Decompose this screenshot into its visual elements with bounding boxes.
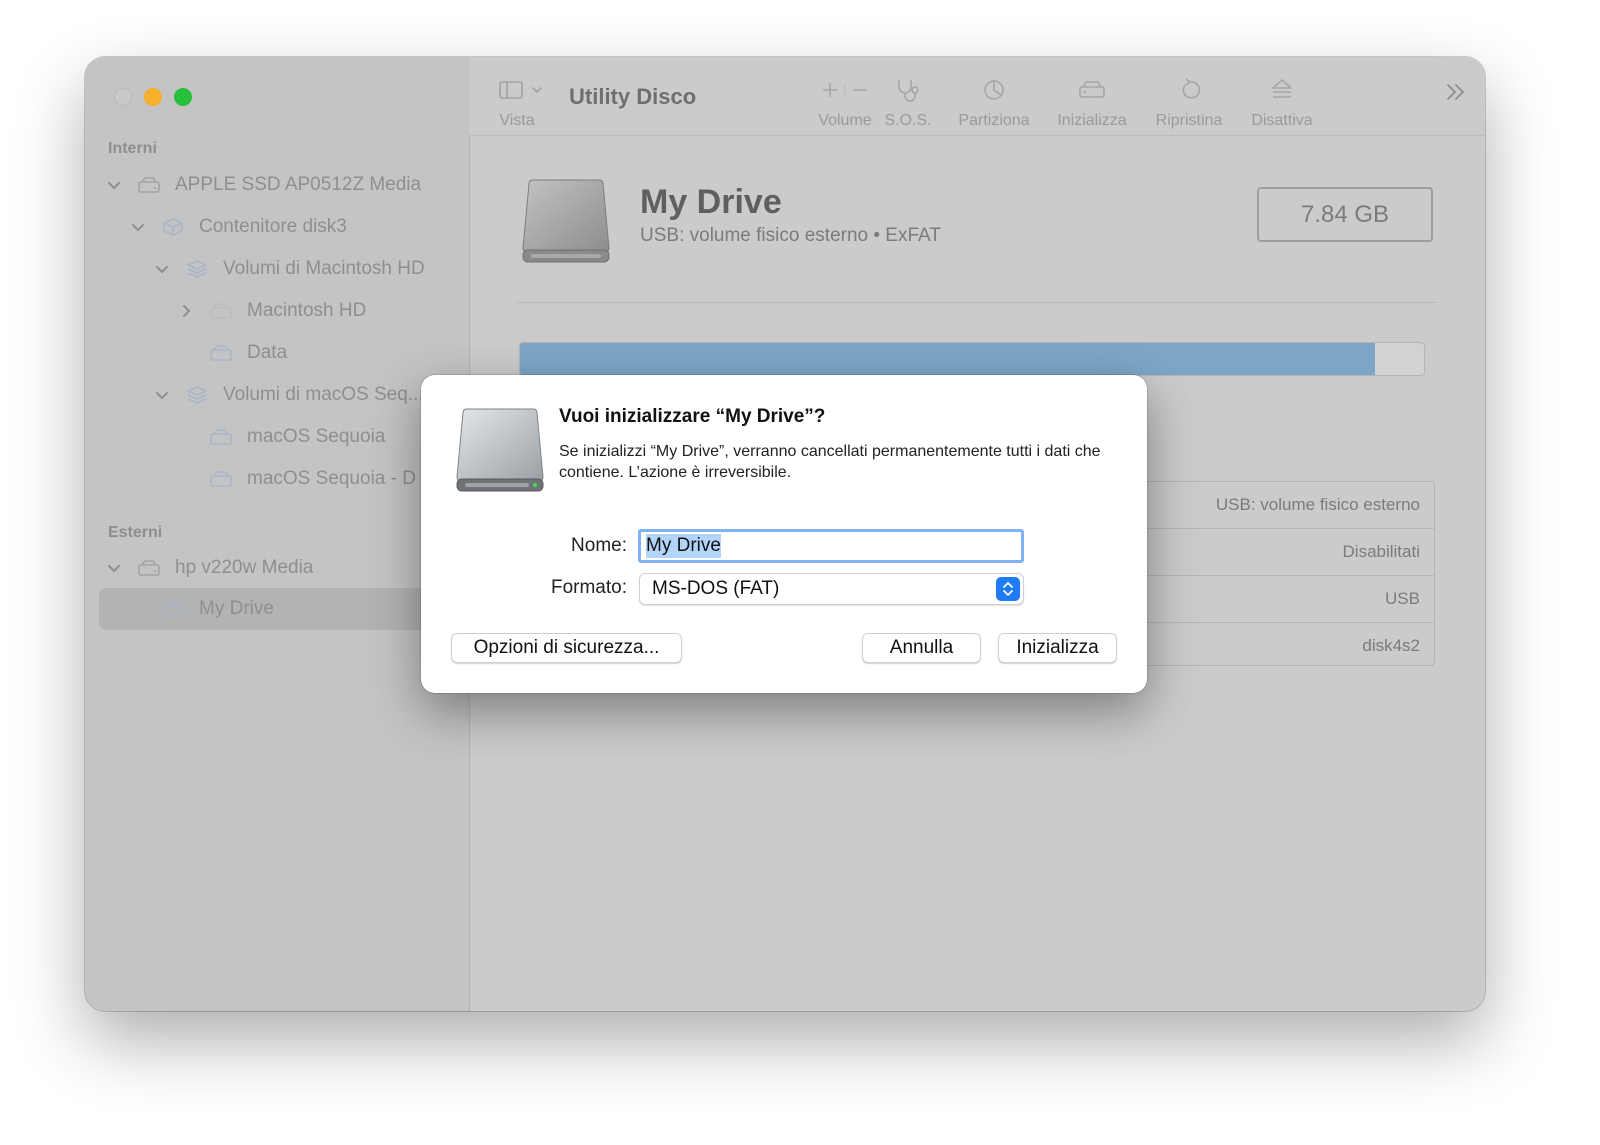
dialog-message: Se inizializzi “My Drive”, verranno canc… — [559, 443, 1101, 481]
minimize-window-button[interactable] — [144, 88, 162, 106]
drive-subtitle: USB: volume fisico esterno • ExFAT — [640, 225, 941, 246]
chevron-down-icon[interactable] — [153, 386, 171, 404]
external-drive-icon — [455, 407, 547, 502]
sidebar-item-label: Macintosh HD — [247, 300, 367, 321]
plus-minus-icon — [815, 77, 875, 103]
sidebar-item-macos-sequoia-data[interactable]: macOS Sequoia - D — [177, 459, 416, 499]
partition-button[interactable] — [979, 77, 1009, 103]
unmount-label: Disattiva — [1251, 112, 1313, 129]
info-value: USB: volume fisico esterno — [1215, 495, 1420, 514]
sidebar-item-data[interactable]: Data — [177, 333, 287, 373]
zoom-window-button[interactable] — [174, 88, 192, 106]
sidebar-item-label: Volumi di macOS Seq... — [223, 384, 424, 405]
info-table: USB: volume fisico esterno Disabilitati … — [1109, 481, 1435, 666]
view-label: Vista — [499, 112, 535, 129]
eject-icon — [1269, 77, 1295, 103]
sidebar-item-macos-sequoia-volumes[interactable]: Volumi di macOS Seq... — [153, 375, 424, 415]
toolbar: Vista Utility Disco Volume S.O.S. Partiz… — [469, 57, 1485, 136]
chevron-down-icon[interactable] — [153, 260, 171, 278]
sidebar-item-apple-ssd[interactable]: APPLE SSD AP0512Z Media — [105, 165, 421, 205]
sidebar: Interni APPLE SSD AP0512Z Media Contenit… — [85, 57, 470, 1011]
sidebar-item-label: Contenitore disk3 — [199, 216, 347, 237]
restore-icon — [1177, 77, 1203, 103]
name-input[interactable]: My Drive — [638, 529, 1024, 563]
format-select[interactable]: MS-DOS (FAT) — [639, 573, 1024, 605]
sidebar-section-internal: Interni — [108, 140, 157, 157]
sidebar-item-label: Volumi di Macintosh HD — [223, 258, 425, 279]
sidebar-item-macintosh-hd-volumes[interactable]: Volumi di Macintosh HD — [153, 249, 425, 289]
name-label: Nome: — [571, 535, 627, 556]
internal-disk-icon — [137, 175, 163, 195]
chevron-down-icon[interactable] — [105, 559, 123, 577]
volume-icon — [161, 599, 187, 619]
sidebar-item-label: My Drive — [199, 598, 274, 619]
sidebar-item-container-disk3[interactable]: Contenitore disk3 — [129, 207, 347, 247]
unmount-button[interactable] — [1267, 77, 1297, 103]
info-value: disk4s2 — [1362, 636, 1420, 655]
container-icon — [161, 217, 187, 237]
chevron-right-icon[interactable] — [177, 302, 195, 320]
close-window-button[interactable] — [114, 88, 132, 106]
pie-chart-icon — [981, 77, 1007, 103]
double-chevron-right-icon — [1444, 84, 1468, 107]
app-title: Utility Disco — [569, 84, 697, 109]
restore-label: Ripristina — [1155, 112, 1223, 129]
external-disk-icon — [137, 558, 163, 578]
volume-add-remove-button[interactable] — [815, 77, 875, 103]
volume-icon — [209, 469, 235, 489]
sidebar-item-label: APPLE SSD AP0512Z Media — [175, 174, 422, 195]
capacity-badge: 7.84 GB — [1257, 187, 1433, 242]
toolbar-overflow-button[interactable] — [1444, 81, 1468, 108]
cancel-button[interactable]: Annulla — [862, 633, 981, 663]
usage-bar — [519, 342, 1425, 376]
format-label: Formato: — [550, 577, 627, 598]
info-row: Disabilitati — [1110, 529, 1434, 576]
sidebar-toggle-icon — [499, 81, 547, 105]
volume-icon — [209, 343, 235, 363]
sidebar-item-hp-v220w[interactable]: hp v220w Media — [105, 548, 313, 588]
volume-icon — [209, 301, 235, 321]
view-menu-button[interactable] — [499, 79, 547, 106]
external-drive-icon — [521, 176, 613, 273]
volume-icon — [209, 427, 235, 447]
volume-group-icon — [185, 385, 211, 405]
volume-label: Volume — [818, 112, 872, 129]
erase-confirm-button[interactable]: Inizializza — [998, 633, 1117, 663]
partition-label: Partiziona — [958, 112, 1030, 129]
security-options-button[interactable]: Opzioni di sicurezza... — [451, 633, 682, 663]
chevron-down-icon[interactable] — [105, 176, 123, 194]
drive-title: My Drive — [640, 183, 782, 221]
stethoscope-icon — [894, 77, 922, 103]
info-row: disk4s2 — [1110, 623, 1434, 669]
info-row: USB: volume fisico esterno — [1110, 482, 1434, 529]
sidebar-item-label: macOS Sequoia - D — [247, 468, 416, 489]
name-input-value: My Drive — [646, 534, 721, 558]
erase-disk-icon — [1077, 77, 1107, 103]
volume-group-icon — [185, 259, 211, 279]
dialog-title: Vuoi inizializzare “My Drive”? — [559, 406, 826, 427]
erase-button[interactable] — [1075, 77, 1109, 103]
sidebar-item-label: Data — [247, 342, 288, 363]
first-aid-label: S.O.S. — [884, 112, 932, 129]
usage-bar-fill — [520, 343, 1376, 375]
sidebar-item-label: hp v220w Media — [175, 557, 314, 578]
sidebar-item-label: macOS Sequoia — [247, 426, 386, 447]
info-row: USB — [1110, 576, 1434, 623]
sidebar-item-macintosh-hd[interactable]: Macintosh HD — [177, 291, 366, 331]
first-aid-button[interactable] — [893, 77, 923, 103]
restore-button[interactable] — [1175, 77, 1205, 103]
erase-label: Inizializza — [1057, 112, 1127, 129]
info-value: Disabilitati — [1342, 542, 1420, 561]
sidebar-item-my-drive[interactable]: My Drive — [129, 589, 274, 629]
divider — [517, 302, 1437, 303]
info-value: USB — [1385, 589, 1420, 608]
sidebar-section-external: Esterni — [108, 524, 163, 541]
erase-dialog: Vuoi inizializzare “My Drive”? Se inizia… — [421, 375, 1147, 693]
select-arrows-icon — [996, 577, 1020, 601]
chevron-down-icon[interactable] — [129, 218, 147, 236]
format-select-value: MS-DOS (FAT) — [652, 578, 780, 599]
sidebar-item-macos-sequoia[interactable]: macOS Sequoia — [177, 417, 385, 457]
